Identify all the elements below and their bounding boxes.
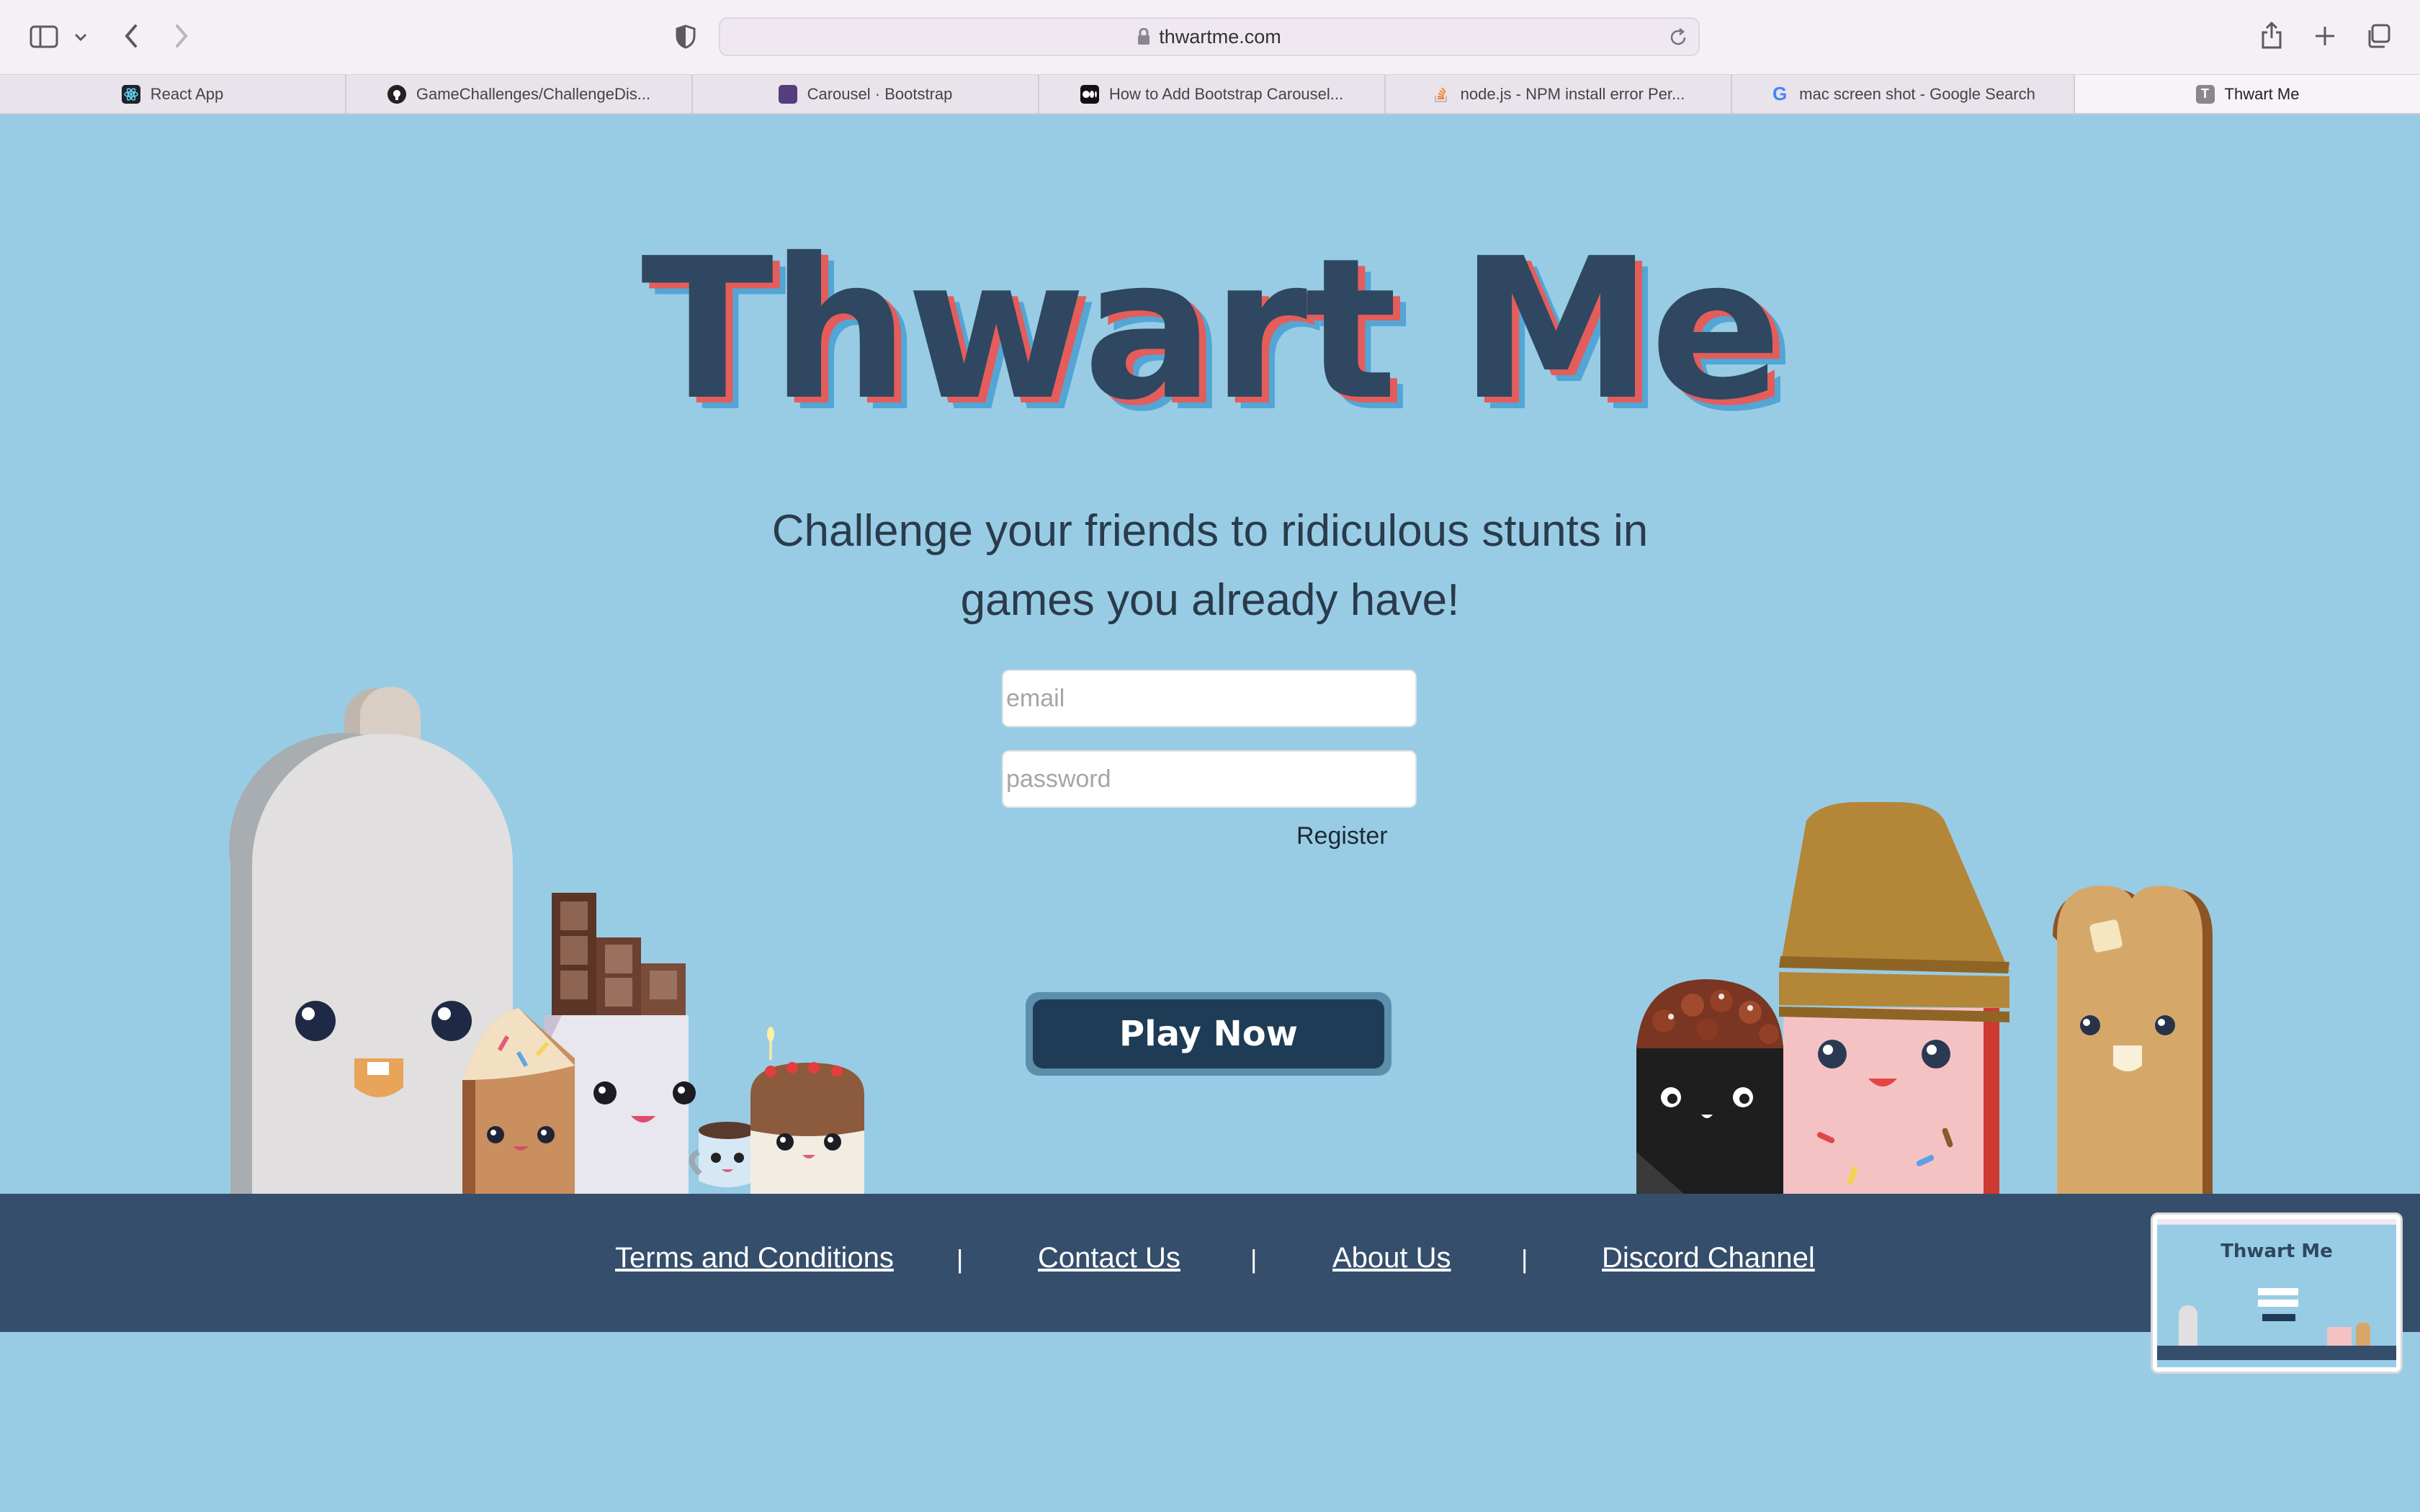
medium-icon — [1080, 84, 1099, 104]
tagline-line-2: games you already have! — [960, 575, 1460, 625]
page-title: Thwart Me — [640, 216, 1782, 443]
footer-separator: | — [1521, 1244, 1528, 1274]
thumbnail-popsicle — [2179, 1305, 2197, 1346]
tab-label: Carousel · Bootstrap — [807, 84, 953, 103]
email-field[interactable] — [1002, 670, 1417, 727]
share-icon[interactable] — [2257, 17, 2286, 53]
github-icon — [387, 84, 406, 104]
url-text: thwartme.com — [1159, 25, 1281, 48]
tab-thwart-me[interactable]: T Thwart Me — [2075, 75, 2420, 113]
thumbnail-toast — [2356, 1323, 2370, 1346]
register-link[interactable]: Register — [1296, 822, 1388, 850]
coffee-mug-character — [689, 1122, 756, 1187]
thumbnail-preview: Thwart Me — [2157, 1219, 2396, 1367]
footer-link-contact[interactable]: Contact Us — [1038, 1242, 1180, 1274]
chevron-down-icon[interactable] — [71, 27, 91, 48]
tab-stackoverflow[interactable]: node.js - NPM install error Per... — [1386, 75, 1732, 113]
tab-overview-icon[interactable] — [2364, 22, 2393, 50]
lock-icon — [1137, 28, 1150, 45]
thumbnail-title: Thwart Me — [2220, 1241, 2333, 1262]
tab-label: GameChallenges/ChallengeDis... — [416, 84, 651, 103]
tab-label: React App — [150, 84, 224, 103]
play-now-button[interactable]: Play Now — [1033, 999, 1384, 1068]
back-icon[interactable] — [118, 20, 144, 52]
tab-label: mac screen shot - Google Search — [1799, 84, 2035, 103]
password-field[interactable] — [1002, 750, 1417, 808]
toast-character — [2053, 886, 2213, 1195]
bootstrap-icon — [778, 84, 797, 104]
forward-icon[interactable] — [169, 20, 194, 52]
tab-label: Thwart Me — [2224, 84, 2300, 103]
footer-link-about[interactable]: About Us — [1332, 1242, 1451, 1274]
footer-separator: | — [1250, 1244, 1258, 1274]
cake-character — [750, 1027, 864, 1195]
browser-toolbar: thwartme.com — [0, 0, 2420, 75]
left-characters-illustration — [229, 687, 864, 1195]
tab-medium[interactable]: How to Add Bootstrap Carousel... — [1039, 75, 1386, 113]
chocolate-chip-character — [1636, 979, 1783, 1195]
footer-link-discord[interactable]: Discord Channel — [1602, 1242, 1815, 1274]
reload-icon[interactable] — [1668, 27, 1688, 48]
tagline: Challenge your friends to ridiculous stu… — [720, 497, 1700, 635]
sidebar-toggle-icon[interactable] — [27, 22, 60, 52]
footer-separator: | — [956, 1244, 964, 1274]
screenshot-thumbnail[interactable]: Thwart Me — [2151, 1212, 2403, 1374]
thumbnail-play-button — [2262, 1314, 2295, 1321]
react-icon — [121, 84, 140, 104]
thumbnail-footer — [2157, 1346, 2396, 1360]
tab-google[interactable]: G mac screen shot - Google Search — [1732, 75, 2075, 113]
tab-bar: React App GameChallenges/ChallengeDis...… — [0, 75, 2420, 114]
footer-link-terms[interactable]: Terms and Conditions — [615, 1242, 894, 1274]
footer — [0, 1194, 2420, 1332]
tab-label: node.js - NPM install error Per... — [1460, 84, 1685, 103]
tab-github[interactable]: GameChallenges/ChallengeDis... — [346, 75, 693, 113]
google-icon: G — [1773, 83, 1788, 104]
t-icon: T — [2195, 84, 2215, 104]
pink-cake-character — [1779, 802, 2009, 1195]
thumbnail-email — [2258, 1288, 2298, 1295]
thumbnail-pink-cake — [2327, 1327, 2352, 1346]
tab-bootstrap[interactable]: Carousel · Bootstrap — [693, 75, 1039, 113]
privacy-shield-icon[interactable] — [673, 22, 699, 52]
tagline-line-1: Challenge your friends to ridiculous stu… — [771, 506, 1649, 556]
thumbnail-password — [2258, 1300, 2298, 1307]
tab-label: How to Add Bootstrap Carousel... — [1108, 84, 1344, 103]
tab-react-app[interactable]: React App — [0, 75, 346, 113]
address-bar[interactable]: thwartme.com — [719, 17, 1700, 56]
new-tab-icon[interactable] — [2311, 22, 2339, 50]
right-characters-illustration — [1636, 802, 2213, 1195]
thumbnail-toolbar — [2157, 1219, 2396, 1225]
stackoverflow-icon — [1432, 85, 1451, 104]
